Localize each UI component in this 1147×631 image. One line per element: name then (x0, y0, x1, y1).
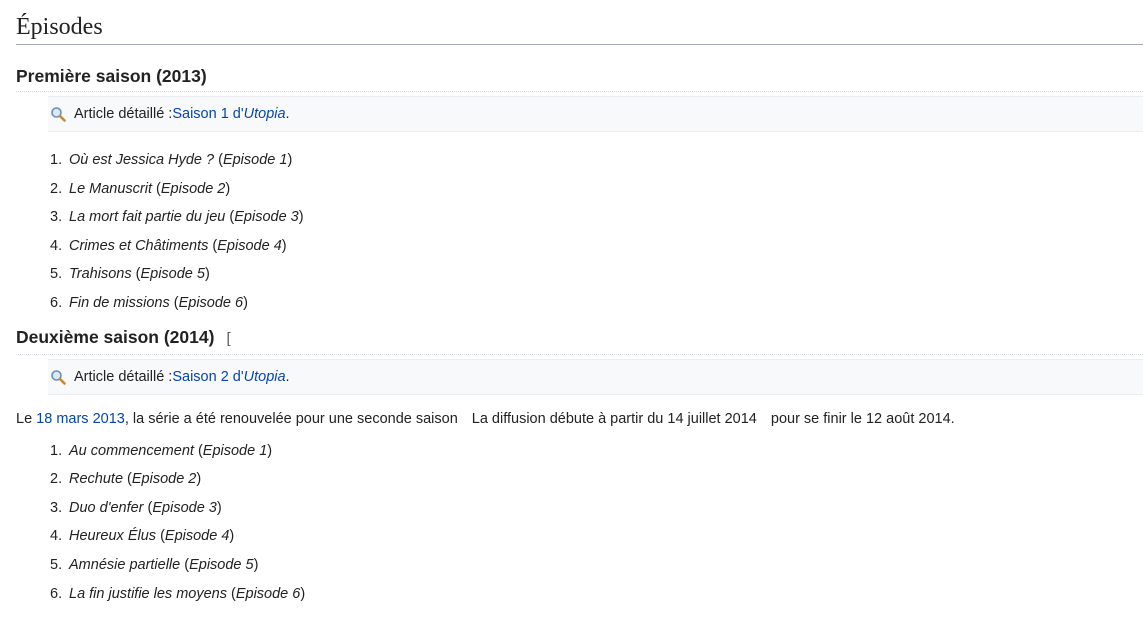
episode-number: 5. (50, 266, 63, 283)
episode-list-item: 2. Le Manuscrit (Episode 2) (16, 175, 1143, 204)
episode-number: 1. (50, 152, 63, 168)
episode-original-title: Episode 1 (222, 152, 288, 168)
episode-list-item: 2. Rechute (Episode 2) (16, 465, 1143, 494)
date-link[interactable]: 18 mars 2013 (36, 411, 125, 427)
episode-list-item: 3. La mort fait partie du jeu (Episode 3) (16, 203, 1143, 232)
magnifier-icon (51, 369, 66, 385)
season-2-paragraph: Le 18 mars 2013, la série a été renouvel… (16, 410, 955, 427)
detail-article-box-season-1: Article détaillé : Saison 1 d'Utopia. (48, 96, 1143, 132)
episode-list-item: 5. Trahisons (Episode 5) (16, 260, 1143, 289)
episode-original-title: Episode 4 (164, 528, 230, 545)
detail-label: Article détaillé : (74, 368, 173, 385)
episode-list-item: 1. Où est Jessica Hyde ? (Episode 1) (16, 146, 1143, 175)
episode-number: 5. (50, 556, 63, 573)
episode-title: Heureux Élus (69, 528, 157, 545)
episode-title: Où est Jessica Hyde ? (69, 152, 215, 168)
episode-number: 4. (50, 528, 63, 545)
episode-title: Duo d'enfer (69, 499, 144, 516)
episode-title: La fin justifie les moyens (69, 585, 227, 602)
episode-number: 3. (50, 209, 63, 226)
page-title: Épisodes (16, 0, 1143, 45)
episode-number: 6. (50, 585, 63, 602)
episode-list-item: 3. Duo d'enfer (Episode 3) (16, 494, 1143, 523)
episode-title: Amnésie partielle (69, 556, 181, 573)
section-heading-season-1: Première saison (2013) (16, 65, 1143, 92)
episode-number: 3. (50, 499, 63, 516)
episode-list-item: 1. Au commencement (Episode 1) (16, 437, 1143, 466)
detail-article-box-season-2: Article détaillé : Saison 2 d'Utopia. (48, 358, 1143, 395)
season-1-article-link[interactable]: Saison 1 d'Utopia (172, 106, 285, 122)
episode-title: Le Manuscrit (69, 180, 153, 197)
detail-label: Article détaillé : (74, 106, 173, 122)
episode-original-title: Episode 2 (160, 180, 226, 197)
episode-list-season-2: 1. Au commencement (Episode 1) 2. Rechute (… (16, 437, 1143, 609)
episode-title: Rechute (69, 471, 124, 488)
episode-list-item: 4. Heureux Élus (Episode 4) (16, 522, 1143, 551)
episode-original-title: Episode 1 (202, 442, 268, 459)
episode-number: 2. (50, 471, 63, 488)
episode-number: 4. (50, 237, 63, 254)
episode-original-title: Episode 3 (152, 499, 217, 516)
episode-original-title: Episode 6 (235, 585, 301, 602)
episode-list-item: 6. La fin justifie les moyens (Episode 6) (16, 580, 1143, 609)
episode-original-title: Episode 6 (178, 294, 244, 311)
episode-title: La mort fait partie du jeu (69, 209, 226, 226)
section-heading-season-2: Deuxième saison (2014) [ (16, 326, 1143, 355)
edit-section-bracket[interactable]: [ (226, 330, 230, 347)
episode-number: 1. (50, 442, 63, 459)
episode-number: 2. (50, 180, 63, 197)
episode-original-title: Episode 3 (234, 209, 299, 226)
episode-number: 6. (50, 294, 63, 311)
article-content: Épisodes Première saison (2013) Article … (0, 0, 1147, 608)
episode-original-title: Episode 5 (189, 556, 254, 573)
episode-list-item: 4. Crimes et Châtiments (Episode 4) (16, 232, 1143, 261)
episode-title: Au commencement (69, 442, 194, 459)
episode-original-title: Episode 2 (131, 471, 197, 488)
episode-original-title: Episode 5 (140, 266, 205, 283)
section-title-season-1: Première saison (2013) (16, 66, 207, 86)
section-title-season-2: Deuxième saison (2014) (16, 326, 215, 347)
episode-title: Trahisons (69, 266, 132, 283)
episode-list-item: 5. Amnésie partielle (Episode 5) (16, 551, 1143, 580)
episode-title: Crimes et Châtiments (69, 237, 209, 254)
episode-original-title: Episode 4 (217, 237, 282, 254)
episode-title: Fin de missions (69, 294, 170, 311)
magnifier-icon (51, 107, 66, 122)
episode-list-season-1: 1. Où est Jessica Hyde ? (Episode 1) 2. Le … (16, 146, 1143, 318)
episode-list-item: 6. Fin de missions (Episode 6) (16, 289, 1143, 318)
season-2-article-link[interactable]: Saison 2 d'Utopia (172, 369, 285, 385)
